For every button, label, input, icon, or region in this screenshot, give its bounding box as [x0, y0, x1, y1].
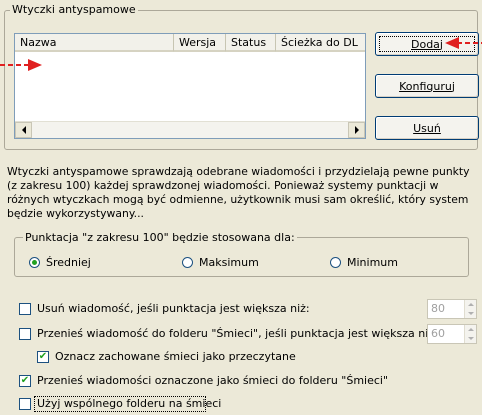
- shared-folder-focus-rect: [34, 396, 206, 412]
- column-header-version[interactable]: Wersja: [174, 34, 226, 52]
- column-header-name[interactable]: Nazwa: [15, 34, 174, 52]
- move-checkbox[interactable]: [19, 328, 31, 340]
- move-marked-checkbox[interactable]: ✔: [19, 375, 31, 387]
- move-threshold-value: 60: [431, 327, 445, 340]
- mark-read-checkbox-label[interactable]: Oznacz zachowane śmieci jako przeczytane: [55, 350, 296, 363]
- delete-checkbox-label[interactable]: Usuń wiadomość, jeśli punktacja jest wię…: [37, 302, 310, 315]
- radio-average-label[interactable]: Średniej: [46, 256, 91, 269]
- spin-down-icon: [468, 312, 474, 315]
- annotation-arrow-right-icon: [445, 37, 482, 49]
- radio-maximum[interactable]: [182, 257, 193, 268]
- plugins-list-header: Nazwa Wersja Status Ścieżka do DL: [15, 34, 365, 52]
- shared-folder-checkbox[interactable]: [19, 398, 31, 410]
- radio-minimum[interactable]: [330, 257, 341, 268]
- delete-threshold-value: 80: [431, 302, 445, 315]
- mark-read-checkbox[interactable]: ✔: [37, 351, 49, 363]
- configure-button-label: Konfiguruj: [399, 79, 455, 93]
- move-marked-checkbox-label[interactable]: Przenieś wiadomości oznaczone jako śmiec…: [37, 374, 388, 387]
- plugins-list-body[interactable]: [15, 52, 365, 121]
- scroll-left-button[interactable]: [15, 122, 32, 138]
- delete-checkbox[interactable]: [19, 303, 31, 315]
- delete-threshold-stepper[interactable]: 80: [427, 299, 477, 319]
- spin-up-icon: [468, 303, 474, 306]
- annotation-arrow-left-icon: [0, 59, 42, 71]
- spin-down-icon: [468, 337, 474, 340]
- radio-average[interactable]: [29, 257, 40, 268]
- configure-button[interactable]: Konfiguruj: [375, 74, 479, 98]
- arrow-left-icon: [21, 126, 26, 134]
- move-threshold-spin-arrows[interactable]: [464, 325, 476, 343]
- scroll-right-button[interactable]: [348, 122, 365, 138]
- delete-threshold-spin-arrows[interactable]: [464, 300, 476, 318]
- arrow-right-icon: [354, 126, 359, 134]
- move-threshold-stepper[interactable]: 60: [427, 324, 477, 344]
- description-text: Wtyczki antyspamowe sprawdzają odebrane …: [7, 165, 470, 220]
- remove-button-label: Usuń: [413, 121, 441, 135]
- score-group-title: Punktacja "z zakresu 100" będzie stosowa…: [23, 231, 297, 244]
- horizontal-scrollbar[interactable]: [15, 121, 365, 138]
- remove-button[interactable]: Usuń: [375, 116, 479, 140]
- plugins-list[interactable]: Nazwa Wersja Status Ścieżka do DL: [14, 33, 366, 139]
- column-header-dll-path[interactable]: Ścieżka do DL: [276, 34, 365, 52]
- column-header-status[interactable]: Status: [226, 34, 276, 52]
- radio-maximum-label[interactable]: Maksimum: [199, 256, 259, 269]
- plugins-group-title: Wtyczki antyspamowe: [10, 3, 138, 16]
- spin-up-icon: [468, 328, 474, 331]
- radio-minimum-label[interactable]: Minimum: [347, 256, 398, 269]
- move-checkbox-label[interactable]: Przenieś wiadomość do folderu "Śmieci", …: [37, 327, 438, 340]
